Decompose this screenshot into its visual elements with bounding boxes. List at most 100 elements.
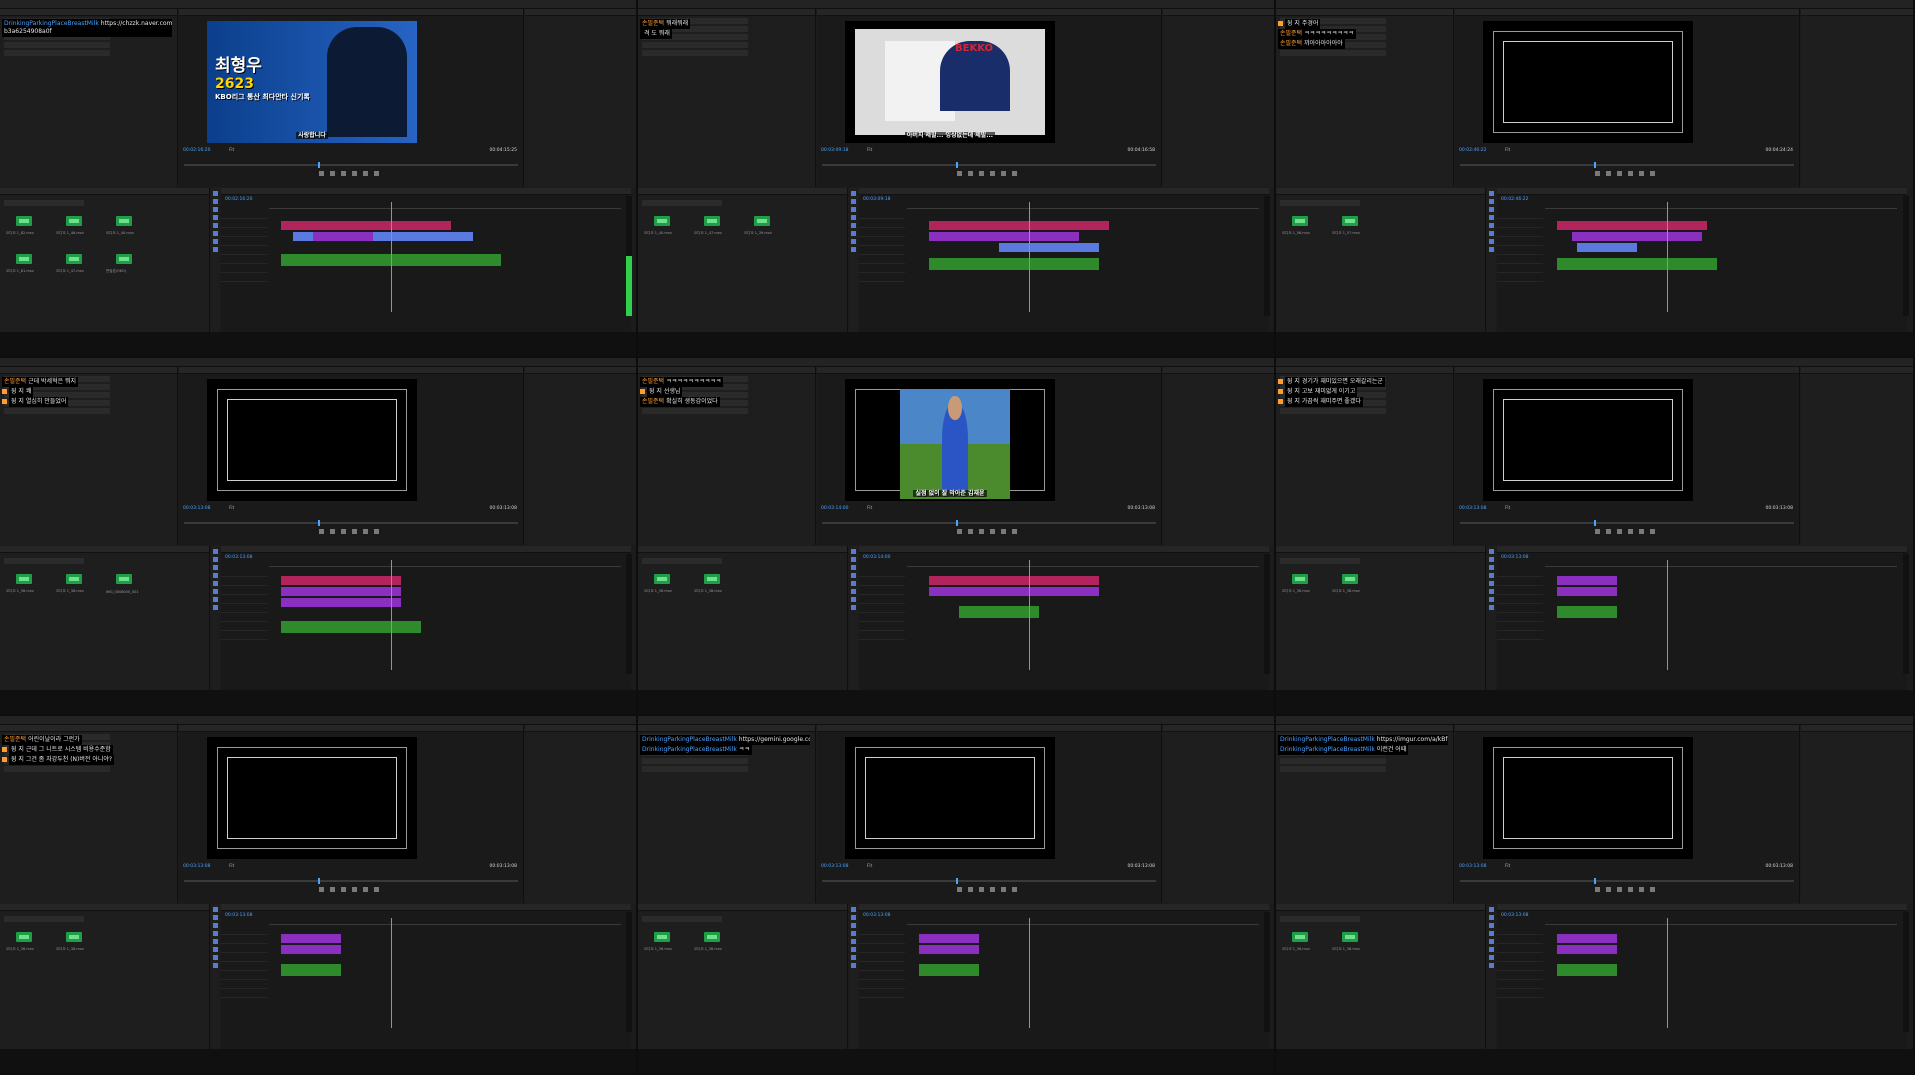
project-item[interactable]: 오디오 1_40.mxv: [642, 208, 682, 236]
panel-tabs[interactable]: [179, 367, 523, 374]
selection-tool-icon[interactable]: [1489, 907, 1494, 912]
step-back-icon[interactable]: [968, 529, 973, 534]
type-icon[interactable]: [851, 247, 856, 252]
time-ruler[interactable]: [907, 204, 1259, 209]
panel-tabs[interactable]: [1276, 367, 1453, 374]
export-frame-icon[interactable]: [374, 887, 379, 892]
step-back-icon[interactable]: [1606, 171, 1611, 176]
panel-tabs[interactable]: [1163, 725, 1274, 732]
export-frame-icon[interactable]: [374, 529, 379, 534]
project-item[interactable]: 오디오 1_36.mxv: [1280, 924, 1320, 952]
track-select-icon[interactable]: [213, 557, 218, 562]
time-ruler[interactable]: [269, 204, 621, 209]
timeline-clip[interactable]: [1577, 243, 1637, 252]
export-frame-icon[interactable]: [1012, 171, 1017, 176]
step-back-icon[interactable]: [968, 887, 973, 892]
sequence-tabs[interactable]: [1497, 546, 1907, 553]
export-frame-icon[interactable]: [1650, 887, 1655, 892]
selection-tool-icon[interactable]: [213, 907, 218, 912]
panel-tabs[interactable]: [1455, 725, 1799, 732]
sequence-tabs[interactable]: [859, 188, 1269, 195]
timeline-timecode[interactable]: 00:03:13:08: [863, 913, 890, 918]
project-item[interactable]: 오디오 1_38.mxv: [1330, 924, 1370, 952]
timeline-clip[interactable]: [919, 934, 979, 943]
ripple-edit-icon[interactable]: [213, 207, 218, 212]
panel-tabs[interactable]: [638, 546, 847, 553]
track-select-icon[interactable]: [851, 915, 856, 920]
search-input[interactable]: [1280, 558, 1360, 564]
timeline-timecode[interactable]: 00:02:16:20: [225, 197, 252, 202]
fit-dropdown[interactable]: Fit: [1505, 506, 1510, 511]
step-back-icon[interactable]: [1606, 887, 1611, 892]
panel-tabs[interactable]: [179, 9, 523, 16]
current-timecode[interactable]: 00:03:13:08: [1459, 506, 1486, 511]
chat-text[interactable]: ㅋㅋ: [739, 746, 750, 753]
current-timecode[interactable]: 00:03:13:08: [183, 506, 210, 511]
step-forward-icon[interactable]: [990, 171, 995, 176]
panel-tabs[interactable]: [0, 367, 177, 374]
panel-tabs[interactable]: [0, 9, 177, 16]
project-item[interactable]: 오디오 1_36.mxv: [642, 924, 682, 952]
timeline-clip[interactable]: [1557, 258, 1717, 270]
slip-icon[interactable]: [1489, 581, 1494, 586]
panel-tabs[interactable]: [0, 725, 177, 732]
ripple-edit-icon[interactable]: [213, 565, 218, 570]
razor-icon[interactable]: [213, 573, 218, 578]
panel-tabs[interactable]: [1163, 367, 1274, 374]
ripple-edit-icon[interactable]: [1489, 923, 1494, 928]
current-timecode[interactable]: 00:03:09:18: [821, 148, 848, 153]
project-item[interactable]: 오디오 1_47.mxv: [54, 246, 94, 274]
playhead[interactable]: [1667, 560, 1668, 670]
chat-text[interactable]: https://imgur.com/a/kBf6Dp4: [1377, 736, 1448, 743]
timeline-clip[interactable]: [281, 964, 341, 976]
panel-tabs[interactable]: [1276, 725, 1453, 732]
playhead[interactable]: [391, 560, 392, 670]
playback-scrubber[interactable]: [1460, 520, 1794, 526]
chat-username[interactable]: DrinkingParkingPlaceBreastMilk: [1280, 736, 1375, 743]
pen-icon[interactable]: [851, 589, 856, 594]
razor-icon[interactable]: [851, 931, 856, 936]
panel-tabs[interactable]: [817, 725, 1161, 732]
timeline-clip[interactable]: [1557, 576, 1617, 585]
project-item[interactable]: 오디오 1_38.mxv: [54, 566, 94, 594]
track-select-icon[interactable]: [213, 199, 218, 204]
panel-tabs[interactable]: [525, 9, 636, 16]
sequence-tabs[interactable]: [221, 546, 631, 553]
mark-in-icon[interactable]: [319, 887, 324, 892]
mark-out-icon[interactable]: [1001, 887, 1006, 892]
search-input[interactable]: [4, 916, 84, 922]
playback-scrubber[interactable]: [822, 520, 1156, 526]
timeline-clip[interactable]: [1557, 934, 1617, 943]
mark-out-icon[interactable]: [363, 171, 368, 176]
export-frame-icon[interactable]: [1650, 171, 1655, 176]
fit-dropdown[interactable]: Fit: [229, 506, 234, 511]
step-back-icon[interactable]: [968, 171, 973, 176]
ripple-edit-icon[interactable]: [213, 923, 218, 928]
ripple-edit-icon[interactable]: [1489, 207, 1494, 212]
chat-text[interactable]: https://gemini.google.com/share/a7069a39…: [739, 736, 810, 743]
timeline-clip[interactable]: [929, 258, 1099, 270]
mark-in-icon[interactable]: [319, 171, 324, 176]
timeline-clip[interactable]: [1572, 232, 1702, 241]
timeline-timecode[interactable]: 00:03:09:18: [863, 197, 890, 202]
panel-tabs[interactable]: [638, 9, 815, 16]
playback-scrubber[interactable]: [1460, 162, 1794, 168]
search-input[interactable]: [642, 558, 722, 564]
project-item[interactable]: 오디오 1_36.mxv: [4, 566, 44, 594]
panel-tabs[interactable]: [1801, 367, 1913, 374]
fit-dropdown[interactable]: Fit: [867, 864, 872, 869]
timeline-timecode[interactable]: 00:03:13:08: [225, 913, 252, 918]
time-ruler[interactable]: [269, 562, 621, 567]
slip-icon[interactable]: [213, 939, 218, 944]
project-item[interactable]: 오디오 1_82.mxv: [4, 208, 44, 236]
panel-tabs[interactable]: [525, 367, 636, 374]
timeline-clip[interactable]: [919, 945, 979, 954]
step-forward-icon[interactable]: [990, 529, 995, 534]
pen-icon[interactable]: [1489, 231, 1494, 236]
export-frame-icon[interactable]: [1650, 529, 1655, 534]
panel-tabs[interactable]: [1276, 188, 1485, 195]
playhead[interactable]: [391, 918, 392, 1028]
type-icon[interactable]: [1489, 963, 1494, 968]
panel-tabs[interactable]: [1276, 904, 1485, 911]
timeline-clip[interactable]: [1557, 221, 1707, 230]
